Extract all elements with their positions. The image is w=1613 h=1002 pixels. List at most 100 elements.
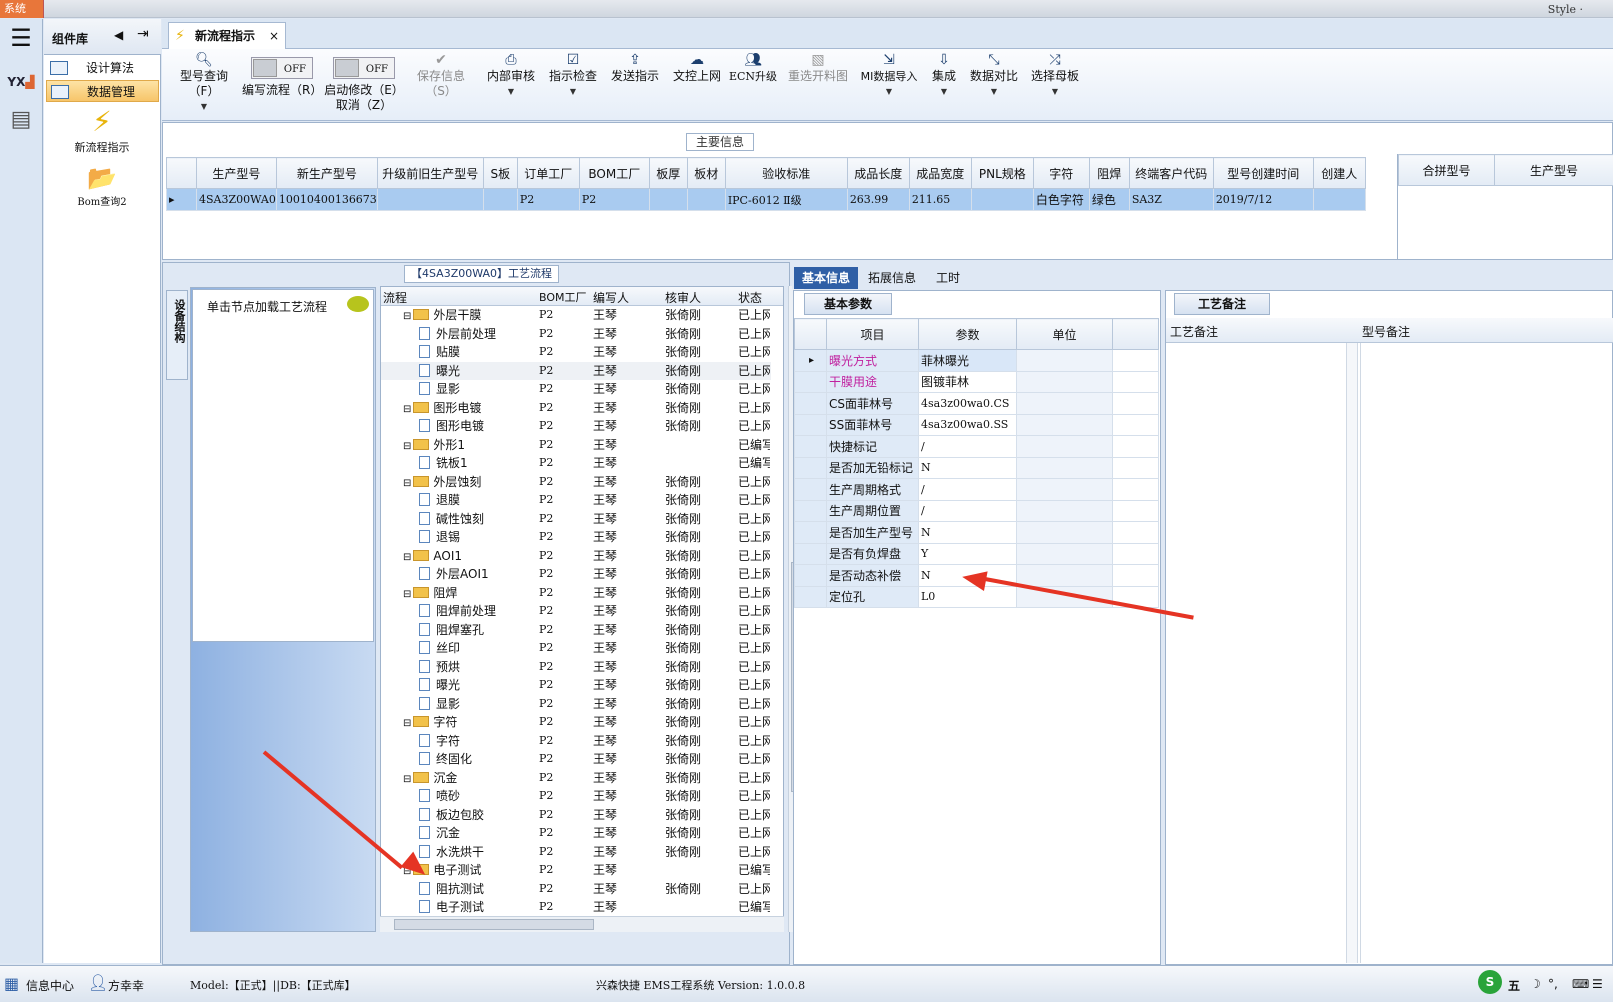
tree-row[interactable]: 字符 P2 王琴 张倚刚 已上网 xyxy=(381,732,771,751)
table-cell[interactable] xyxy=(970,188,1034,211)
chevron-down-icon[interactable]: ▼ xyxy=(924,84,964,99)
param-value[interactable]: L0 xyxy=(918,585,1017,608)
column-header[interactable]: 阻焊 xyxy=(1088,157,1130,189)
param-row[interactable]: 是否有负焊盘 Y xyxy=(794,542,1159,565)
chevron-down-icon[interactable]: ▼ xyxy=(482,84,540,99)
tree-row[interactable]: ⊟ 外层蚀刻 P2 王琴 张倚刚 已上网 xyxy=(381,473,771,492)
table-cell[interactable] xyxy=(648,188,688,211)
tree-row[interactable]: 碱性蚀刻 P2 王琴 张倚刚 已上网 xyxy=(381,510,771,529)
bom-query-item[interactable]: 📂 Bom查询2 xyxy=(54,163,150,208)
collapse-toggle-icon[interactable]: ⊟ xyxy=(403,311,411,322)
tree-row[interactable]: 退膜 P2 王琴 张倚刚 已上网 xyxy=(381,491,771,510)
toggle-switch[interactable]: OFF xyxy=(333,57,395,79)
param-row[interactable]: 是否加无铅标记 N xyxy=(794,456,1159,479)
chevron-down-icon[interactable]: ▼ xyxy=(544,84,602,99)
notes-scrollbar[interactable] xyxy=(1346,343,1358,963)
keyboard-icon[interactable]: ⌨ xyxy=(1572,977,1589,991)
column-header[interactable]: 参数 xyxy=(918,318,1017,350)
column-header[interactable]: 项目 xyxy=(826,318,919,350)
chevron-down-icon[interactable]: ▼ xyxy=(168,99,240,114)
tab-new-process[interactable]: ⚡ 新流程指示 × xyxy=(168,22,286,49)
tree-row[interactable]: 电子测试 P2 王琴 已编写 xyxy=(381,898,771,917)
document-control-button[interactable]: ☁ 文控上网 xyxy=(668,53,726,84)
param-row[interactable]: 快捷标记 / xyxy=(794,435,1159,458)
table-cell[interactable]: IPC-6012 Ⅱ级 xyxy=(724,188,848,211)
close-tab-icon[interactable]: × xyxy=(269,23,279,49)
table-cell[interactable]: 10010400136673 xyxy=(275,188,378,211)
column-header[interactable]: 成品宽度 xyxy=(908,157,972,189)
column-header[interactable]: 生产型号 xyxy=(196,157,277,189)
reselect-cutting-button[interactable]: ▧ 重选开料图 xyxy=(782,53,854,84)
tree-row[interactable]: ⊟ AOI1 P2 王琴 张倚刚 已上网 xyxy=(381,547,771,566)
column-header[interactable]: 验收标准 xyxy=(724,157,848,189)
tree-row[interactable]: 外层AOI1 P2 王琴 张倚刚 已上网 xyxy=(381,565,771,584)
column-header[interactable]: 型号备注 xyxy=(1362,323,1410,340)
yx-app-icon[interactable]: YX▟ xyxy=(3,65,39,99)
punctuation-icon[interactable]: °, xyxy=(1548,977,1558,991)
save-info-button[interactable]: ✔ 保存信息（S） xyxy=(406,53,476,99)
column-header[interactable]: BOM工厂 xyxy=(539,289,587,305)
table-cell[interactable]: 4SA3Z00WA0 xyxy=(196,188,277,211)
param-row[interactable]: 生产周期格式 / xyxy=(794,478,1159,501)
toggle-switch[interactable]: OFF xyxy=(251,57,313,79)
select-motherboard-button[interactable]: ⤮ 选择母板 ▼ xyxy=(1026,53,1084,99)
column-header[interactable]: 状态 xyxy=(738,289,762,306)
column-header[interactable]: 流程 xyxy=(383,289,407,306)
param-value[interactable]: Y xyxy=(918,542,1017,565)
tree-row[interactable]: ⊟ 外层干膜 P2 王琴 张倚刚 已上网 xyxy=(381,306,771,325)
collapse-toggle-icon[interactable]: ⊟ xyxy=(403,478,411,489)
table-cell[interactable]: P2 xyxy=(578,188,650,211)
send-instruction-button[interactable]: ⇪ 发送指示 xyxy=(606,53,664,84)
pin-panel-icon[interactable]: ⇥ xyxy=(137,26,149,42)
ime-logo-icon[interactable]: S xyxy=(1478,970,1502,994)
column-header[interactable]: 核审人 xyxy=(665,289,701,306)
column-header[interactable]: 型号创建时间 xyxy=(1212,157,1314,189)
column-header[interactable]: BOM工厂 xyxy=(578,157,650,189)
param-row[interactable]: CS面菲林号 4sa3z00wa0.CS xyxy=(794,392,1159,415)
param-row[interactable]: 生产周期位置 / xyxy=(794,499,1159,522)
param-row[interactable]: 是否加生产型号 N xyxy=(794,521,1159,544)
tree-row[interactable]: 退锡 P2 王琴 张倚刚 已上网 xyxy=(381,528,771,547)
instruction-check-button[interactable]: ☑ 指示检查 ▼ xyxy=(544,53,602,99)
column-header[interactable]: 升级前旧生产型号 xyxy=(376,157,484,189)
scrollbar-thumb[interactable] xyxy=(394,919,594,930)
column-header[interactable]: S板 xyxy=(482,157,518,189)
ecn-upgrade-button[interactable]: 👥︎ ECN升级 xyxy=(728,53,778,84)
tree-horizontal-scrollbar[interactable] xyxy=(380,916,784,932)
tree-row[interactable]: 预烘 P2 王琴 张倚刚 已上网 xyxy=(381,658,771,677)
library-item-design-algorithm[interactable]: 设计算法 xyxy=(46,57,159,79)
table-cell[interactable] xyxy=(482,188,518,211)
collapse-toggle-icon[interactable]: ⊟ xyxy=(403,552,411,563)
tab-extended-info[interactable]: 拓展信息 xyxy=(860,267,924,289)
mi-data-import-button[interactable]: ⇲ MI数据导入 ▼ xyxy=(856,53,922,99)
chevron-down-icon[interactable]: ▼ xyxy=(856,84,922,99)
column-header[interactable]: 工艺备注 xyxy=(1170,323,1218,340)
table-cell[interactable] xyxy=(1312,188,1366,211)
tree-row[interactable]: 丝印 P2 王琴 张倚刚 已上网 xyxy=(381,639,771,658)
tree-row[interactable]: 外层前处理 P2 王琴 张倚刚 已上网 xyxy=(381,325,771,344)
param-row[interactable]: SS面菲林号 4sa3z00wa0.SS xyxy=(794,413,1159,436)
collapse-toggle-icon[interactable]: ⊟ xyxy=(403,774,411,785)
collapse-toggle-icon[interactable]: ⊟ xyxy=(403,718,411,729)
library-item-data-management[interactable]: 数据管理 xyxy=(46,80,159,102)
tab-work-hours[interactable]: 工时 xyxy=(928,267,968,289)
info-center-link[interactable]: 信息中心 xyxy=(26,977,74,994)
hamburger-menu-icon[interactable]: ☰ xyxy=(3,23,39,57)
param-value[interactable]: / xyxy=(918,478,1017,501)
column-header[interactable]: PNL规格 xyxy=(970,157,1034,189)
table-cell[interactable]: P2 xyxy=(516,188,580,211)
style-menu[interactable]: Style · xyxy=(1548,3,1583,16)
column-header[interactable]: 板厚 xyxy=(648,157,688,189)
tree-row[interactable]: ⊟ 沉金 P2 王琴 张倚刚 已上网 xyxy=(381,769,771,788)
column-header[interactable]: 合拼型号 xyxy=(1398,154,1495,186)
moon-icon[interactable]: ☽ xyxy=(1530,977,1541,991)
tree-row[interactable]: 曝光 P2 王琴 张倚刚 已上网 xyxy=(381,676,771,695)
model-query-button[interactable]: 🔍︎ 型号查询（F） ▼ xyxy=(168,53,240,114)
collapse-left-icon[interactable]: ◀ xyxy=(114,28,123,42)
tree-row[interactable]: 贴膜 P2 王琴 张倚刚 已上网 xyxy=(381,343,771,362)
column-header[interactable]: 单位 xyxy=(1016,318,1113,350)
tree-row[interactable]: 水洗烘干 P2 王琴 张倚刚 已上网 xyxy=(381,843,771,862)
tab-basic-info[interactable]: 基本信息 xyxy=(794,267,859,289)
tree-row[interactable]: 曝光 P2 王琴 张倚刚 已上网 xyxy=(381,361,771,380)
tree-row[interactable]: 阻焊前处理 P2 王琴 张倚刚 已上网 xyxy=(381,602,771,621)
